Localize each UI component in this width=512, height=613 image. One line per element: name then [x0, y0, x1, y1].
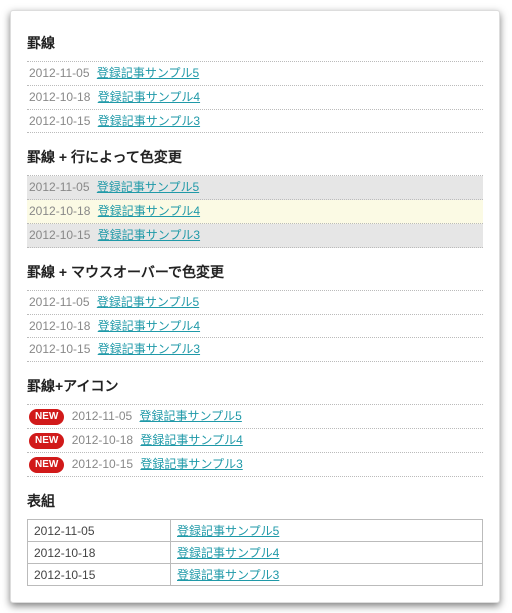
section-title-icon: 罫線+アイコン	[27, 376, 483, 396]
list-item: 2012-11-05 登録記事サンプル5	[27, 291, 483, 315]
article-link[interactable]: 登録記事サンプル5	[97, 295, 199, 309]
table-cell-title: 登録記事サンプル5	[171, 520, 483, 542]
list-icon: NEW 2012-11-05 登録記事サンプル5 NEW 2012-10-18 …	[27, 404, 483, 477]
new-badge-icon: NEW	[29, 457, 64, 473]
article-date: 2012-10-18	[29, 90, 90, 104]
table-cell-title: 登録記事サンプル4	[171, 542, 483, 564]
article-date: 2012-10-15	[29, 114, 90, 128]
article-link[interactable]: 登録記事サンプル3	[98, 114, 200, 128]
article-link[interactable]: 登録記事サンプル5	[97, 66, 199, 80]
list-item: 2012-10-18 登録記事サンプル4	[27, 315, 483, 339]
article-link[interactable]: 登録記事サンプル5	[177, 524, 279, 538]
table-row: 2012-11-05 登録記事サンプル5	[28, 520, 483, 542]
article-link[interactable]: 登録記事サンプル3	[177, 568, 279, 582]
section-title-hover: 罫線 + マウスオーバーで色変更	[27, 262, 483, 282]
table-row: 2012-10-15 登録記事サンプル3	[28, 564, 483, 586]
article-date: 2012-10-18	[29, 204, 90, 218]
section-title-striped: 罫線 + 行によって色変更	[27, 147, 483, 167]
article-link[interactable]: 登録記事サンプル5	[140, 409, 242, 423]
article-date: 2012-10-15	[29, 342, 90, 356]
list-item: 2012-10-18 登録記事サンプル4	[27, 86, 483, 110]
list-item: NEW 2012-10-18 登録記事サンプル4	[27, 429, 483, 453]
article-date: 2012-11-05	[29, 180, 90, 194]
list-item: NEW 2012-11-05 登録記事サンプル5	[27, 405, 483, 429]
article-link[interactable]: 登録記事サンプル4	[98, 204, 200, 218]
article-link[interactable]: 登録記事サンプル3	[98, 228, 200, 242]
list-item: NEW 2012-10-15 登録記事サンプル3	[27, 453, 483, 477]
table-cell-title: 登録記事サンプル3	[171, 564, 483, 586]
section-title-table: 表組	[27, 491, 483, 511]
content-frame: 罫線 2012-11-05 登録記事サンプル5 2012-10-18 登録記事サ…	[10, 10, 500, 603]
list-item: 2012-10-18 登録記事サンプル4	[27, 200, 483, 224]
list-item: 2012-10-15 登録記事サンプル3	[27, 110, 483, 134]
article-link[interactable]: 登録記事サンプル4	[177, 546, 279, 560]
article-link[interactable]: 登録記事サンプル4	[98, 90, 200, 104]
list-item: 2012-10-15 登録記事サンプル3	[27, 338, 483, 362]
article-date: 2012-10-15	[72, 457, 133, 471]
article-link[interactable]: 登録記事サンプル3	[98, 342, 200, 356]
table-cell-date: 2012-10-15	[28, 564, 171, 586]
list-item: 2012-10-15 登録記事サンプル3	[27, 224, 483, 248]
list-item: 2012-11-05 登録記事サンプル5	[27, 62, 483, 86]
article-table: 2012-11-05 登録記事サンプル5 2012-10-18 登録記事サンプル…	[27, 519, 483, 586]
list-striped: 2012-11-05 登録記事サンプル5 2012-10-18 登録記事サンプル…	[27, 175, 483, 247]
table-cell-date: 2012-10-18	[28, 542, 171, 564]
list-ruled: 2012-11-05 登録記事サンプル5 2012-10-18 登録記事サンプル…	[27, 61, 483, 133]
article-link[interactable]: 登録記事サンプル3	[140, 457, 242, 471]
new-badge-icon: NEW	[29, 433, 64, 449]
article-date: 2012-11-05	[29, 66, 90, 80]
article-date: 2012-10-18	[29, 319, 90, 333]
article-date: 2012-10-18	[72, 433, 133, 447]
article-link[interactable]: 登録記事サンプル4	[140, 433, 242, 447]
article-date: 2012-10-15	[29, 228, 90, 242]
list-hover: 2012-11-05 登録記事サンプル5 2012-10-18 登録記事サンプル…	[27, 290, 483, 362]
table-cell-date: 2012-11-05	[28, 520, 171, 542]
new-badge-icon: NEW	[29, 409, 64, 425]
section-title-ruled: 罫線	[27, 33, 483, 53]
list-item: 2012-11-05 登録記事サンプル5	[27, 176, 483, 200]
article-date: 2012-11-05	[72, 409, 133, 423]
table-row: 2012-10-18 登録記事サンプル4	[28, 542, 483, 564]
article-date: 2012-11-05	[29, 295, 90, 309]
article-link[interactable]: 登録記事サンプル5	[97, 180, 199, 194]
article-link[interactable]: 登録記事サンプル4	[98, 319, 200, 333]
